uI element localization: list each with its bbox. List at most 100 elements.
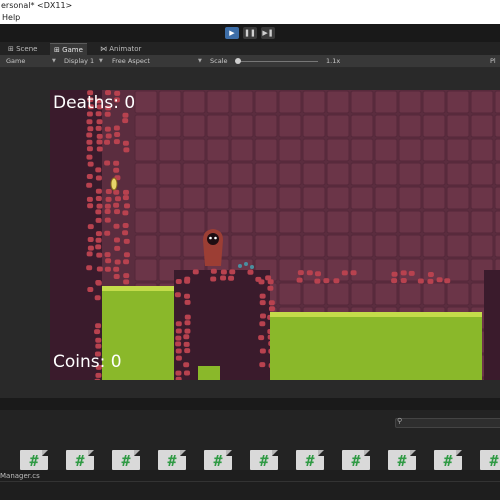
background-tile [470, 234, 494, 258]
background-tile [134, 90, 158, 114]
background-tile [374, 186, 398, 210]
scale-value: 1.1x [326, 57, 341, 65]
background-tile [422, 186, 446, 210]
aspect-dropdown[interactable]: Free Aspect [112, 55, 150, 67]
tab-scene[interactable]: ⊞ Scene [4, 43, 41, 55]
brick [184, 348, 191, 354]
brick [391, 278, 398, 284]
background-tile [350, 138, 374, 162]
background-tile [302, 162, 326, 186]
brick [175, 279, 182, 285]
brick [259, 348, 266, 354]
pause-button[interactable]: ❚❚ [243, 27, 257, 39]
background-tile [374, 138, 398, 162]
brick [87, 161, 94, 167]
brick [175, 376, 182, 380]
brick [259, 321, 266, 327]
tab-animator[interactable]: ⋈ Animator [96, 43, 145, 55]
background-tile [470, 90, 494, 114]
background-tile [230, 90, 254, 114]
background-tile [446, 90, 470, 114]
step-icon: ▶❚ [262, 29, 274, 37]
csharp-script-icon[interactable]: # [480, 450, 500, 470]
brick [259, 362, 266, 368]
brick [247, 269, 254, 275]
brick [229, 269, 236, 275]
csharp-script-icon[interactable]: # [434, 450, 462, 470]
brick [113, 160, 120, 166]
brick [258, 335, 265, 341]
csharp-script-icon[interactable]: # [20, 450, 48, 470]
csharp-hash-glyph: # [351, 452, 361, 470]
menu-item-help[interactable]: Help [0, 13, 20, 22]
brick [113, 167, 120, 173]
background-tile [230, 162, 254, 186]
left-grass-top [102, 286, 174, 291]
brick [95, 237, 102, 243]
csharp-script-icon[interactable]: # [388, 450, 416, 470]
brick [183, 334, 190, 340]
game-viewport[interactable]: Deaths: 0 Coins: 0 [50, 90, 500, 380]
brick [113, 237, 120, 243]
csharp-script-icon[interactable]: # [342, 450, 370, 470]
csharp-hash-glyph: # [259, 452, 269, 470]
background-tile [182, 114, 206, 138]
brick [114, 132, 121, 138]
background-tile [398, 162, 422, 186]
background-tile [158, 234, 182, 258]
csharp-hash-glyph: # [397, 452, 407, 470]
game-mode-dropdown[interactable]: Game [6, 55, 25, 67]
play-button[interactable]: ▶ [225, 27, 239, 39]
brick [341, 270, 348, 276]
brick [113, 189, 120, 195]
background-tile [278, 282, 302, 306]
brick [95, 188, 102, 194]
csharp-script-icon[interactable]: # [250, 450, 278, 470]
background-tile [326, 90, 350, 114]
brick [184, 328, 191, 334]
play-icon: ▶ [229, 29, 235, 37]
csharp-script-icon[interactable]: # [112, 450, 140, 470]
brick [220, 269, 227, 275]
brick [113, 202, 120, 208]
right-grass-field [270, 312, 482, 380]
project-footer: Manager.cs [0, 470, 500, 500]
brick [95, 167, 102, 173]
step-button[interactable]: ▶❚ [261, 27, 275, 39]
aspect-value: Free Aspect [112, 57, 150, 65]
csharp-script-icon[interactable]: # [66, 450, 94, 470]
background-tile [302, 282, 326, 306]
brick [184, 314, 191, 320]
background-tile [446, 234, 470, 258]
brick [400, 278, 407, 284]
csharp-script-icon[interactable]: # [296, 450, 324, 470]
brick [258, 279, 265, 285]
brick [123, 259, 130, 265]
brick [104, 139, 111, 145]
play-mode-option[interactable]: Pl [490, 55, 496, 67]
background-tile [206, 162, 230, 186]
brick [184, 278, 191, 284]
scale-slider-track[interactable] [240, 61, 318, 62]
search-input[interactable]: ⚲ [395, 417, 500, 428]
panel-divider[interactable] [0, 398, 500, 410]
pause-icon: ❚❚ [244, 29, 256, 37]
brick [96, 139, 103, 145]
selected-file-path: Manager.cs [0, 472, 40, 480]
display-dropdown[interactable]: Display 1 [64, 55, 94, 67]
background-tile [182, 234, 206, 258]
background-tile [470, 138, 494, 162]
pit-grass-patch [198, 366, 220, 380]
csharp-hash-glyph: # [167, 452, 177, 470]
brick [259, 293, 266, 299]
scale-slider-handle[interactable] [235, 58, 241, 64]
csharp-script-icon[interactable]: # [204, 450, 232, 470]
brick [122, 189, 129, 195]
brick [391, 271, 398, 277]
csharp-script-icon[interactable]: # [158, 450, 186, 470]
brick [175, 328, 182, 334]
background-tile [494, 234, 500, 258]
background-tile [446, 258, 470, 282]
brick [122, 140, 129, 146]
background-tile [254, 162, 278, 186]
